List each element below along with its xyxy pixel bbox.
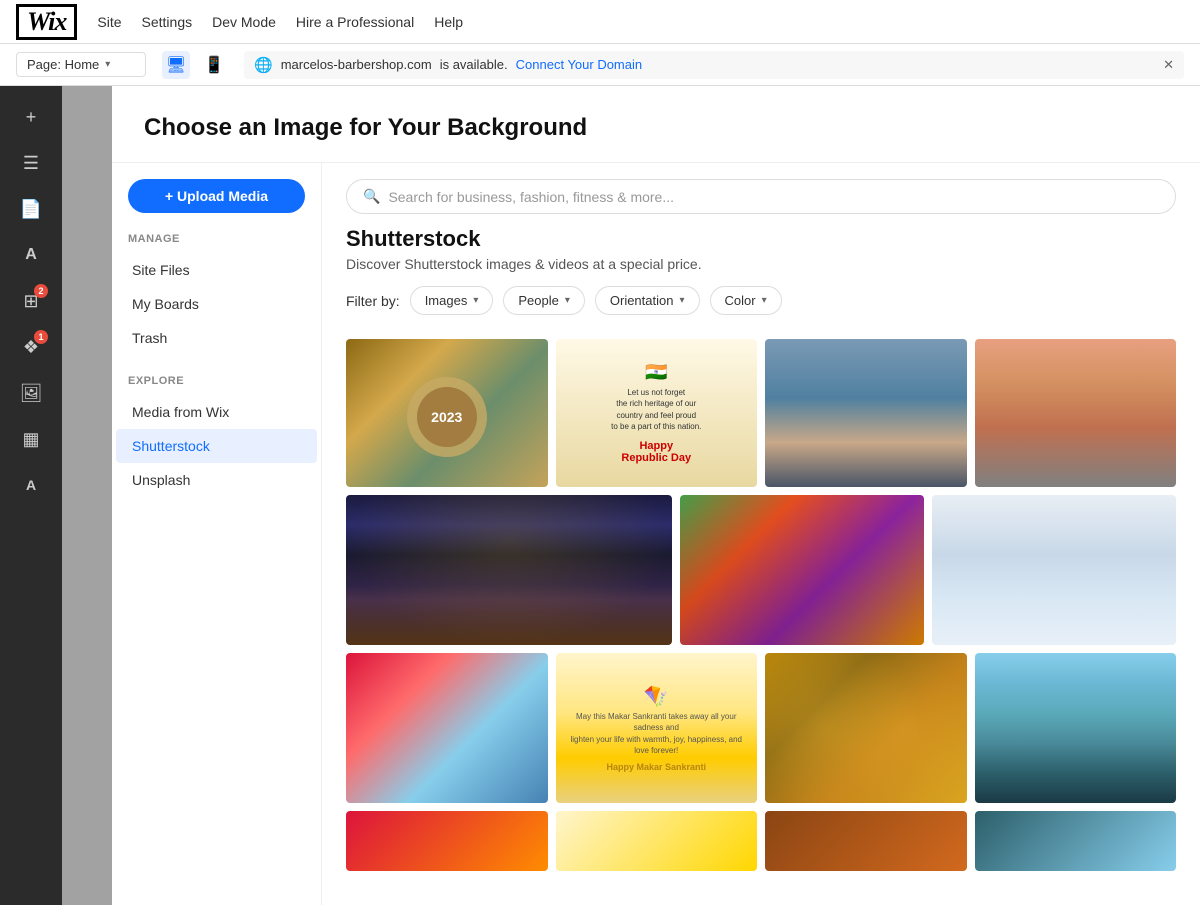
sidebar-theme-icon[interactable]: A [10, 234, 52, 276]
filter-color-chevron-icon: ▾ [762, 295, 767, 306]
image-row-2 [346, 495, 1176, 645]
wix-logo: Wix [16, 4, 77, 40]
modal-title: Choose an Image for Your Background [144, 114, 1168, 142]
domain-bar-close-icon[interactable]: ✕ [1163, 57, 1174, 73]
filter-people-label: People [518, 293, 558, 308]
sidebar-trash[interactable]: Trash [116, 321, 317, 355]
search-icon: 🔍 [363, 188, 380, 205]
shutterstock-title: Shutterstock [346, 226, 1176, 252]
sidebar-font-icon[interactable]: A [10, 464, 52, 506]
content-header: Shutterstock Discover Shutterstock image… [322, 226, 1200, 339]
image-row4-4[interactable] [975, 811, 1177, 871]
image-businesswoman-city[interactable] [975, 653, 1177, 803]
image-row4-1[interactable] [346, 811, 548, 871]
image-row4-2[interactable] [556, 811, 758, 871]
menu-site[interactable]: Site [97, 14, 121, 30]
image-makar-sankranti[interactable]: 🪁 May this Makar Sankranti takes away al… [556, 653, 758, 803]
filter-color-label: Color [725, 293, 756, 308]
filter-orientation-button[interactable]: Orientation ▾ [595, 286, 700, 315]
filter-images-chevron-icon: ▾ [473, 295, 478, 306]
page-label: Page: Home [27, 57, 99, 72]
components-badge: 1 [34, 330, 48, 344]
top-bar: Wix Site Settings Dev Mode Hire a Profes… [0, 0, 1200, 44]
sidebar-components-icon[interactable]: ❖ 1 [10, 326, 52, 368]
globe-icon: 🌐 [254, 56, 273, 74]
manage-section-label: MANAGE [112, 233, 321, 253]
desktop-icon[interactable]: 🖥 [162, 51, 190, 79]
image-republic-day[interactable]: 🇮🇳 Let us not forgetthe rich heritage of… [556, 339, 758, 487]
sidebar-layout-icon[interactable]: ▦ [10, 418, 52, 460]
sidebar-shutterstock[interactable]: Shutterstock [116, 429, 317, 463]
image-woman-phone[interactable] [975, 339, 1177, 487]
image-carnival[interactable] [680, 495, 924, 645]
sidebar-media-icon[interactable]: 🖼 [10, 372, 52, 414]
search-bar: 🔍 [346, 179, 1176, 214]
menu-settings[interactable]: Settings [142, 14, 193, 30]
sidebar-apps-icon[interactable]: ⊞ 2 [10, 280, 52, 322]
apps-badge: 2 [34, 284, 48, 298]
image-row4-3[interactable] [765, 811, 967, 871]
filter-label: Filter by: [346, 293, 400, 309]
second-bar: Page: Home ▾ 🖥 📱 🌐 marcelos-barbershop.c… [0, 44, 1200, 86]
image-row-4 [346, 811, 1176, 871]
left-sidebar: + ☰ 📄 A ⊞ 2 ❖ 1 🖼 ▦ A [0, 86, 62, 905]
page-selector[interactable]: Page: Home ▾ [16, 52, 146, 77]
sidebar-add-icon[interactable]: + [10, 96, 52, 138]
image-dance[interactable] [346, 653, 548, 803]
menu-help[interactable]: Help [434, 14, 463, 30]
filter-bar: Filter by: Images ▾ People ▾ Orientation [346, 286, 1176, 315]
domain-text: marcelos-barbershop.com [281, 57, 432, 72]
main-area: Choose an Image for Your Background + Up… [62, 86, 1200, 905]
modal: Choose an Image for Your Background + Up… [112, 86, 1200, 905]
sidebar-unsplash[interactable]: Unsplash [116, 463, 317, 497]
filter-orientation-label: Orientation [610, 293, 674, 308]
sidebar-media-from-wix[interactable]: Media from Wix [116, 395, 317, 429]
image-businessman[interactable] [765, 339, 967, 487]
explore-section-label: EXPLORE [112, 375, 321, 395]
modal-body: + Upload Media MANAGE Site Files My Boar… [112, 163, 1200, 905]
filter-color-button[interactable]: Color ▾ [710, 286, 782, 315]
modal-overlay: Choose an Image for Your Background + Up… [62, 86, 1200, 905]
modal-header: Choose an Image for Your Background [112, 86, 1200, 163]
filter-people-button[interactable]: People ▾ [503, 286, 585, 315]
image-row-3: 🪁 May this Makar Sankranti takes away al… [346, 653, 1176, 803]
shutterstock-subtitle: Discover Shutterstock images & videos at… [346, 256, 1176, 272]
mobile-icon[interactable]: 📱 [200, 51, 228, 79]
media-sidebar: + Upload Media MANAGE Site Files My Boar… [112, 163, 322, 905]
image-grid-container: 2023 🇮🇳 Let us not forgetthe rich herita… [322, 339, 1200, 905]
search-input[interactable] [388, 189, 1159, 205]
image-row-1: 2023 🇮🇳 Let us not forgetthe rich herita… [346, 339, 1176, 487]
image-stadium[interactable] [346, 495, 672, 645]
search-area: 🔍 [322, 163, 1200, 226]
menu-hire[interactable]: Hire a Professional [296, 14, 414, 30]
connect-domain-link[interactable]: Connect Your Domain [516, 57, 642, 72]
device-toggle: 🖥 📱 [162, 51, 228, 79]
top-menu: Site Settings Dev Mode Hire a Profession… [97, 14, 463, 30]
page-chevron-icon: ▾ [105, 59, 110, 70]
sidebar-my-boards[interactable]: My Boards [116, 287, 317, 321]
filter-images-label: Images [425, 293, 468, 308]
sidebar-page-icon[interactable]: 📄 [10, 188, 52, 230]
image-couple-sparklers[interactable] [765, 653, 967, 803]
domain-bar: 🌐 marcelos-barbershop.com is available. … [244, 51, 1184, 79]
domain-status: is available. [440, 57, 508, 72]
filter-images-button[interactable]: Images ▾ [410, 286, 494, 315]
upload-media-button[interactable]: + Upload Media [128, 179, 305, 213]
menu-devmode[interactable]: Dev Mode [212, 14, 276, 30]
sidebar-site-files[interactable]: Site Files [116, 253, 317, 287]
filter-orientation-chevron-icon: ▾ [679, 295, 684, 306]
sidebar-menu-icon[interactable]: ☰ [10, 142, 52, 184]
filter-people-chevron-icon: ▾ [565, 295, 570, 306]
image-coffee[interactable]: 2023 [346, 339, 548, 487]
media-content: 🔍 Shutterstock Discover Shutterstock ima… [322, 163, 1200, 905]
image-office[interactable] [932, 495, 1176, 645]
